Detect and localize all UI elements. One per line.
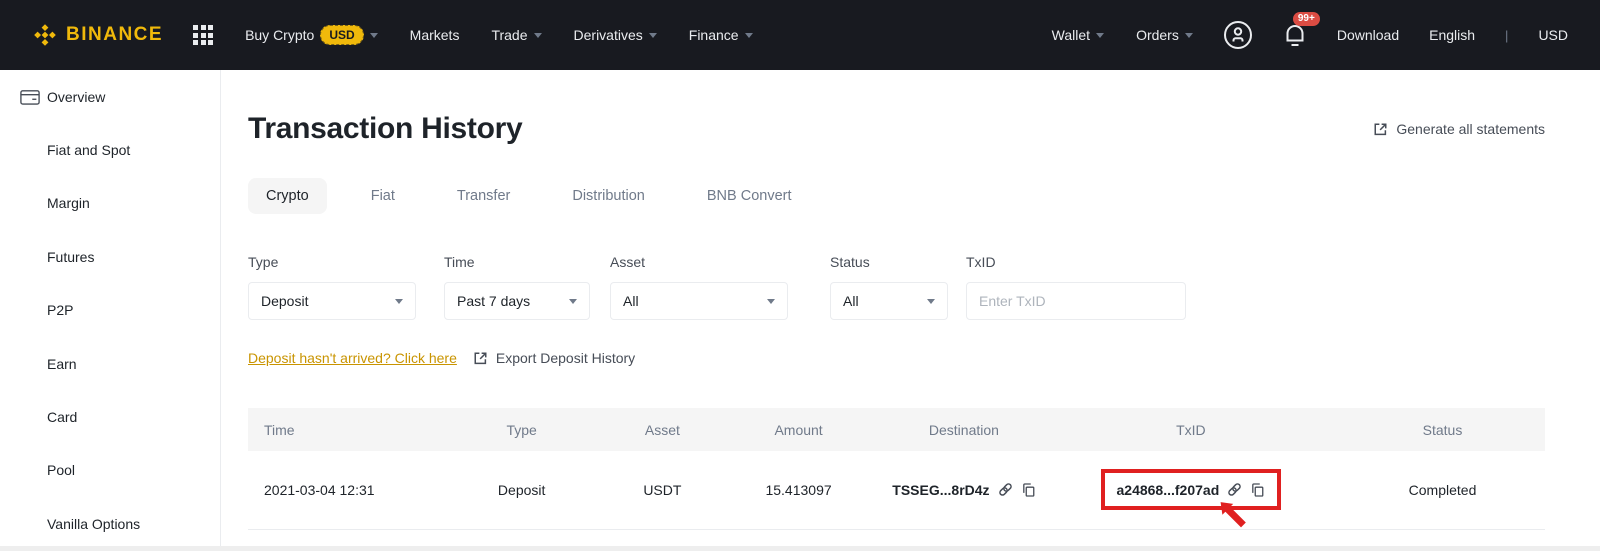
cell-amount: 15.413097 — [711, 451, 886, 529]
sidebar-item-earn[interactable]: Earn — [0, 337, 220, 390]
asset-select[interactable]: All — [610, 282, 788, 320]
history-tabs: Crypto Fiat Transfer Distribution BNB Conver… — [248, 178, 1545, 214]
tab-bnb-convert[interactable]: BNB Convert — [707, 188, 792, 204]
cell-type: Deposit — [430, 451, 614, 529]
binance-logo-icon — [32, 22, 58, 48]
sidebar-item-margin[interactable]: Margin — [0, 177, 220, 230]
main-nav: Buy CryptoUSD Markets Trade Derivatives Fina… — [245, 25, 753, 45]
nav-item-finance[interactable]: Finance — [689, 27, 753, 43]
language-selector[interactable]: English — [1429, 27, 1475, 43]
chevron-down-icon — [745, 33, 753, 38]
filter-type: Type Deposit — [248, 254, 416, 320]
cell-destination: TSSEG...8rD4z — [886, 451, 1042, 529]
cell-txid: a24868...f207ad — [1042, 451, 1340, 529]
profile-icon[interactable] — [1223, 20, 1253, 50]
tab-fiat[interactable]: Fiat — [371, 188, 395, 204]
filter-label: Type — [248, 254, 416, 270]
deposit-help-link[interactable]: Deposit hasn't arrived? Click here — [248, 350, 457, 366]
sidebar-item-fiat-and-spot[interactable]: Fiat and Spot — [0, 123, 220, 176]
chevron-down-icon — [1185, 33, 1193, 38]
chevron-down-icon — [927, 299, 935, 304]
nav-item-wallet[interactable]: Wallet — [1052, 27, 1104, 43]
cell-asset: USDT — [614, 451, 711, 529]
cell-time: 2021-03-04 12:31 — [248, 451, 430, 529]
tab-crypto[interactable]: Crypto — [248, 178, 327, 214]
sidebar-item-pool[interactable]: Pool — [0, 444, 220, 497]
column-header-txid: TxID — [1042, 408, 1340, 451]
chevron-down-icon — [569, 299, 577, 304]
status-select[interactable]: All — [830, 282, 948, 320]
copy-icon[interactable] — [1021, 482, 1036, 498]
nav-item-orders[interactable]: Orders — [1136, 27, 1193, 43]
filters-row: TypeDepositTimePast 7 daysAssetAllStatus… — [248, 254, 1545, 320]
download-link[interactable]: Download — [1337, 27, 1399, 43]
type-select[interactable]: Deposit — [248, 282, 416, 320]
notification-badge: 99+ — [1293, 12, 1320, 26]
column-header-status: Status — [1340, 408, 1545, 451]
filter-label: Asset — [610, 254, 788, 270]
external-link-icon — [473, 351, 488, 366]
tab-distribution[interactable]: Distribution — [572, 188, 645, 204]
usd-badge: USD — [320, 25, 363, 45]
filter-asset: Asset All — [610, 254, 788, 320]
account-nav: Wallet Orders — [1052, 27, 1193, 43]
currency-selector[interactable]: USD — [1538, 27, 1568, 43]
wallet-sidebar: OverviewFiat and SpotMarginFuturesP2PEar… — [0, 70, 221, 551]
external-link-icon — [1373, 122, 1388, 137]
time-select[interactable]: Past 7 days — [444, 282, 590, 320]
chevron-down-icon — [370, 33, 378, 38]
nav-divider: | — [1505, 28, 1508, 43]
chevron-down-icon — [534, 33, 542, 38]
column-header-time: Time — [248, 408, 430, 451]
red-box-annotation: a24868...f207ad — [1101, 469, 1282, 510]
bottom-edge-strip — [0, 546, 1600, 551]
transaction-table: TimeTypeAssetAmountDestinationTxIDStatus… — [248, 408, 1545, 530]
binance-logo[interactable]: BINANCE — [32, 22, 163, 48]
sidebar-item-futures[interactable]: Futures — [0, 230, 220, 283]
page-title: Transaction History — [248, 112, 522, 146]
sidebar-item-overview[interactable]: Overview — [0, 70, 220, 123]
filter-time: Time Past 7 days — [444, 254, 590, 320]
chain-link-icon[interactable] — [1226, 481, 1243, 498]
chevron-down-icon — [649, 33, 657, 38]
table-header-row: TimeTypeAssetAmountDestinationTxIDStatus — [248, 408, 1545, 451]
cell-status: Completed — [1340, 451, 1545, 529]
chevron-down-icon — [1096, 33, 1104, 38]
filter-status: Status All — [830, 254, 948, 320]
nav-item-markets[interactable]: Markets — [410, 27, 460, 43]
sidebar-item-p2p[interactable]: P2P — [0, 284, 220, 337]
chain-link-icon[interactable] — [997, 481, 1014, 498]
main-content: Transaction History Generate all stateme… — [221, 70, 1600, 551]
nav-item-buy-crypto[interactable]: Buy CryptoUSD — [245, 25, 378, 45]
sidebar-item-card[interactable]: Card — [0, 390, 220, 443]
top-navbar: BINANCE Buy CryptoUSD Markets Trade Derivat… — [0, 0, 1600, 70]
column-header-amount: Amount — [711, 408, 886, 451]
filter-txid: TxID — [966, 254, 1186, 320]
red-arrow-annotation — [1214, 495, 1251, 532]
binance-brand-text: BINANCE — [66, 24, 163, 46]
table-row: 2021-03-04 12:31DepositUSDT15.413097TSSE… — [248, 451, 1545, 529]
sidebar-item-vanilla-options[interactable]: Vanilla Options — [0, 497, 220, 550]
chevron-down-icon — [767, 299, 775, 304]
chevron-down-icon — [395, 299, 403, 304]
copy-icon[interactable] — [1250, 482, 1265, 498]
nav-item-derivatives[interactable]: Derivatives — [574, 27, 657, 43]
tab-transfer[interactable]: Transfer — [457, 188, 510, 204]
generate-statements-link[interactable]: Generate all statements — [1373, 121, 1545, 137]
wallet-overview-icon — [20, 88, 40, 105]
column-header-asset: Asset — [614, 408, 711, 451]
filter-label: TxID — [966, 254, 1186, 270]
txid-input[interactable] — [966, 282, 1186, 320]
nav-item-trade[interactable]: Trade — [491, 27, 541, 43]
column-header-type: Type — [430, 408, 614, 451]
notifications-bell[interactable]: 99+ — [1283, 22, 1307, 48]
apps-grid-icon[interactable] — [193, 25, 213, 45]
filter-label: Time — [444, 254, 590, 270]
column-header-destination: Destination — [886, 408, 1042, 451]
export-deposit-history-link[interactable]: Export Deposit History — [473, 350, 635, 366]
filter-label: Status — [830, 254, 948, 270]
